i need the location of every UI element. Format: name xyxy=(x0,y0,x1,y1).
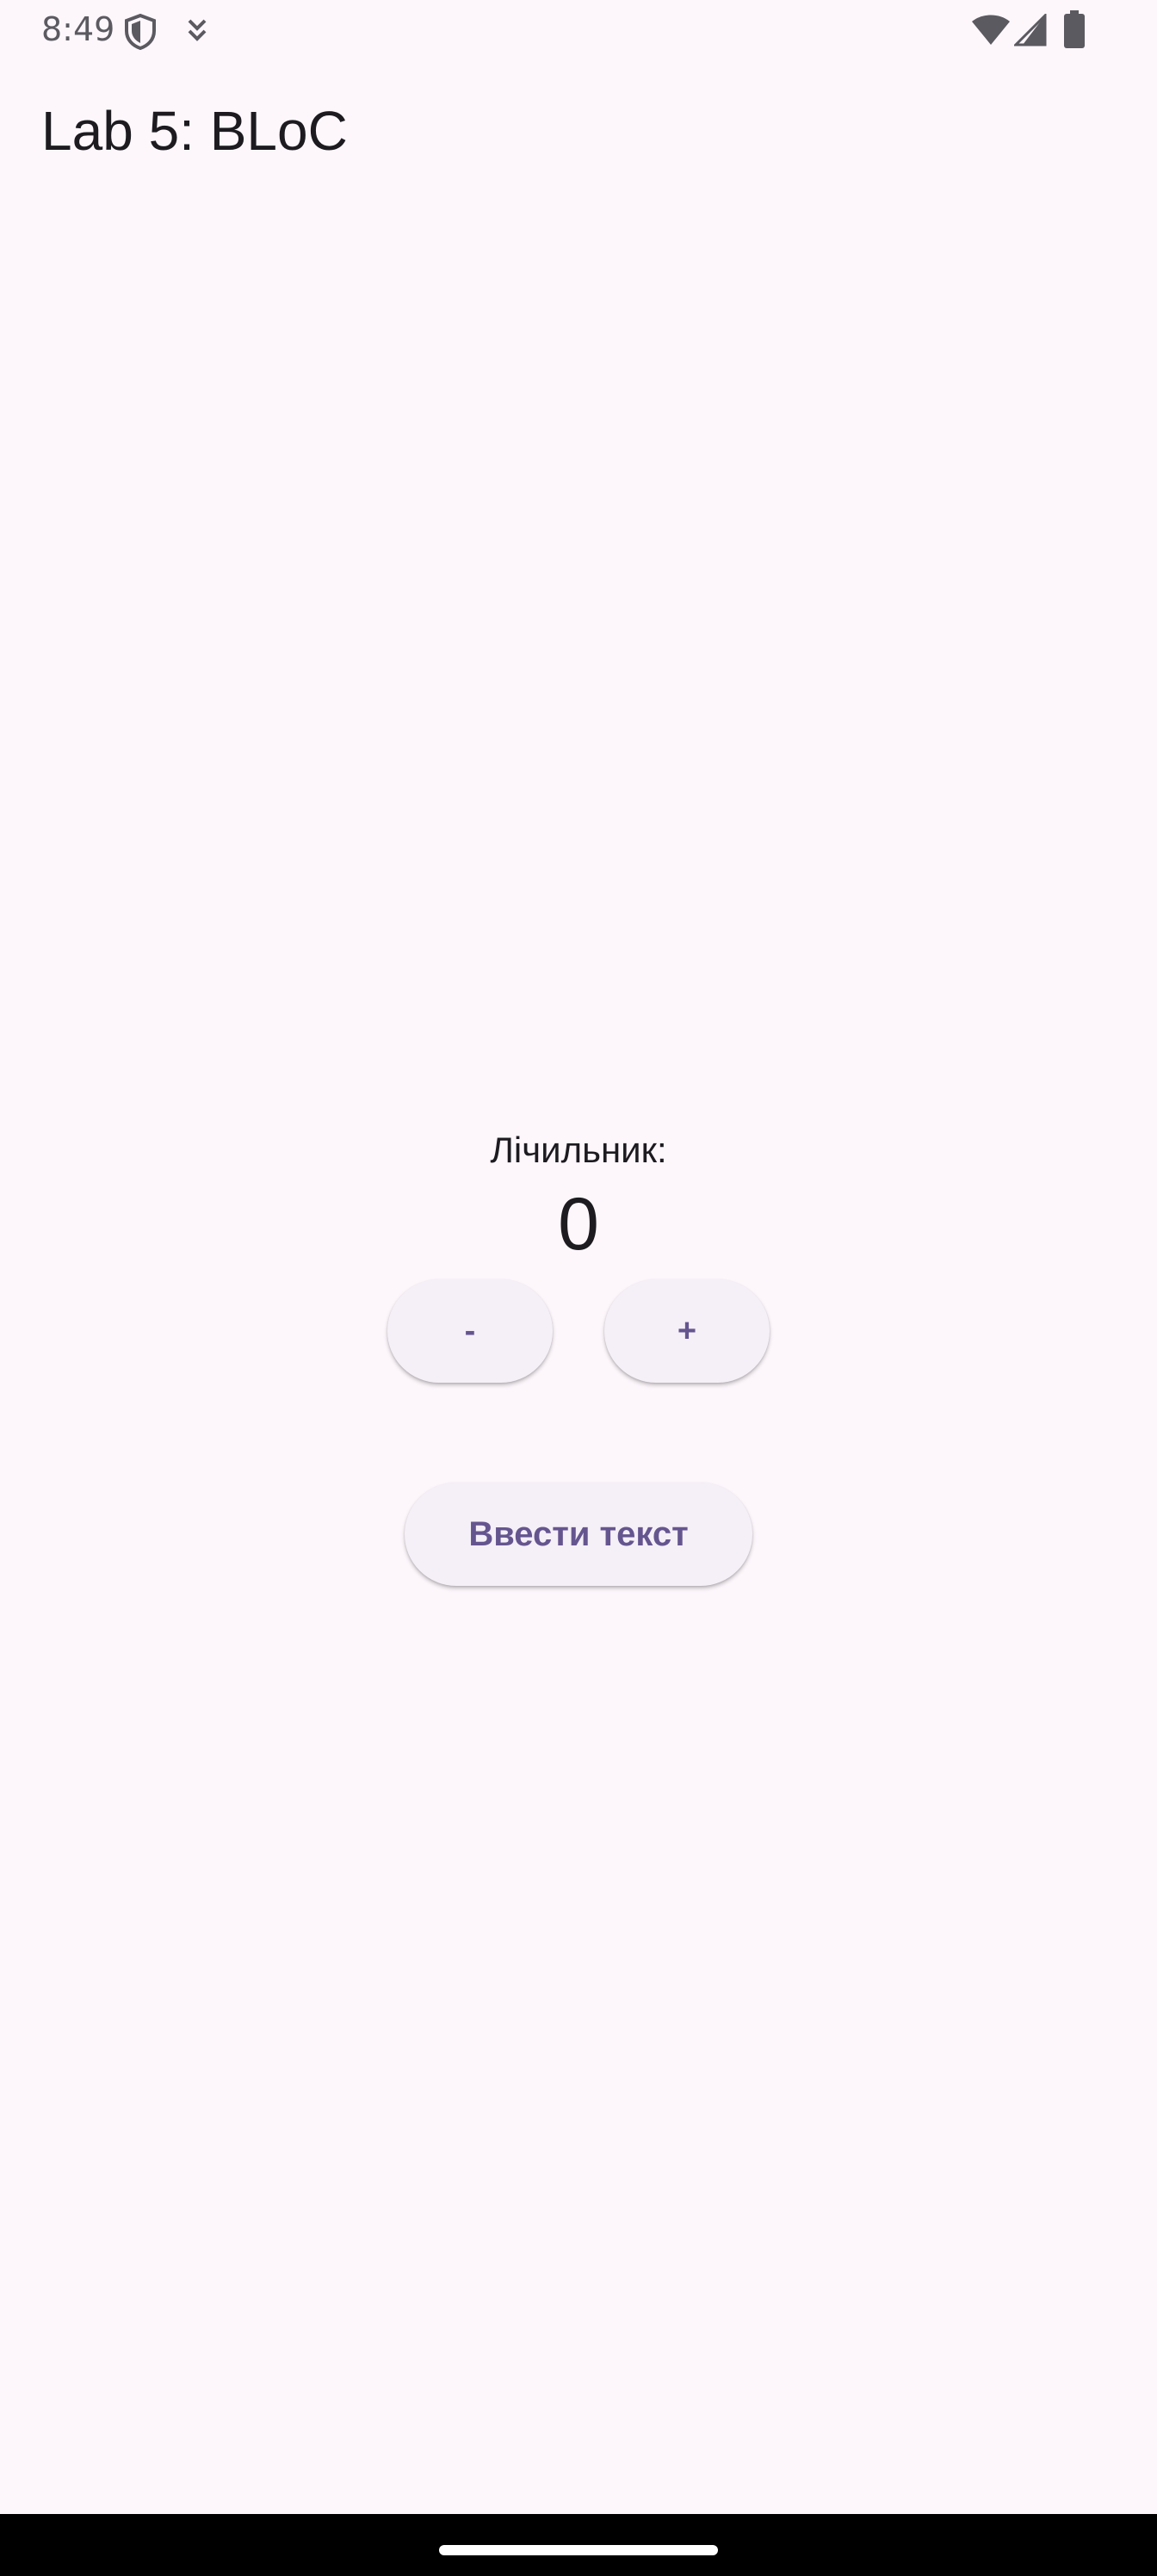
counter-label: Лічильник: xyxy=(490,1130,667,1170)
page-title: Lab 5: BLoC xyxy=(41,100,348,162)
increment-button[interactable]: + xyxy=(604,1279,770,1383)
download-icon xyxy=(188,19,207,41)
battery-icon xyxy=(1064,10,1085,48)
navigation-bar xyxy=(0,2514,1157,2576)
enter-text-button[interactable]: Ввести текст xyxy=(405,1483,752,1586)
decrement-button[interactable]: - xyxy=(387,1279,553,1383)
home-gesture-handle[interactable] xyxy=(439,2545,718,2555)
status-time: 8:49 xyxy=(41,10,115,48)
status-bar: 8:49 xyxy=(0,0,1157,62)
wifi-icon xyxy=(972,15,1010,45)
app-screen: 8:49 Lab 5: BLoC Лічильник: 0 - + Ввести… xyxy=(0,0,1157,2576)
counter-value: 0 xyxy=(558,1183,599,1266)
signal-icon xyxy=(1014,14,1047,46)
shield-icon xyxy=(125,14,156,50)
